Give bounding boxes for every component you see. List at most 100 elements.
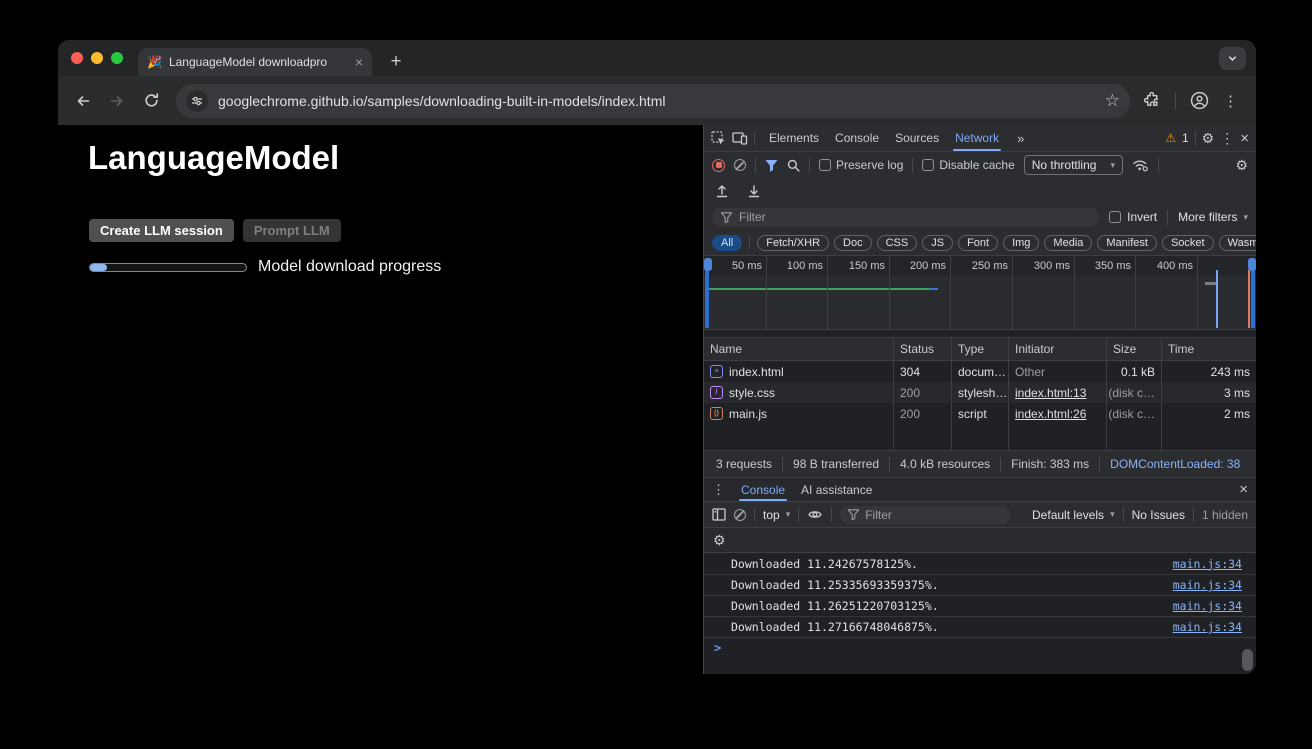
console-message[interactable]: Downloaded 11.24267578125%.main.js:34 (704, 553, 1256, 574)
tab-search-button[interactable] (1219, 47, 1246, 70)
filter-chip-manifest[interactable]: Manifest (1097, 235, 1157, 251)
devtools-close-icon[interactable]: × (1240, 130, 1249, 147)
request-name[interactable]: index.html (729, 365, 784, 379)
console-source-link[interactable]: main.js:34 (1173, 599, 1242, 613)
filter-chip-socket[interactable]: Socket (1162, 235, 1214, 251)
network-filter-input[interactable]: Filter (712, 208, 1099, 227)
filter-chip-font[interactable]: Font (958, 235, 998, 251)
console-prompt-row[interactable]: > (704, 637, 1256, 657)
console-source-link[interactable]: main.js:34 (1173, 557, 1242, 571)
column-header-size[interactable]: Size (1107, 338, 1162, 361)
hidden-messages-label[interactable]: 1 hidden (1202, 508, 1248, 522)
more-filters-dropdown[interactable]: More filters ▾ (1178, 210, 1248, 224)
request-initiator-cell[interactable]: index.html:26 (1009, 403, 1107, 424)
device-toolbar-icon[interactable] (732, 131, 748, 145)
invert-checkbox[interactable]: Invert (1109, 210, 1157, 224)
bookmark-star-icon[interactable]: ☆ (1105, 91, 1120, 111)
console-message[interactable]: Downloaded 11.27166748046875%.main.js:34 (704, 616, 1256, 637)
search-icon[interactable] (787, 159, 800, 172)
console-scrollbar-thumb[interactable] (1242, 649, 1253, 671)
console-source-link[interactable]: main.js:34 (1173, 578, 1242, 592)
live-expression-eye-icon[interactable] (807, 508, 823, 521)
clear-console-icon[interactable] (734, 509, 746, 521)
column-header-type[interactable]: Type (952, 338, 1009, 361)
console-sidebar-icon[interactable] (712, 508, 726, 521)
context-selector[interactable]: top ▾ (763, 508, 790, 522)
devtools-tab-network[interactable]: Network (947, 125, 1007, 151)
no-issues-label[interactable]: No Issues (1132, 508, 1185, 522)
console-message[interactable]: Downloaded 11.25335693359375%.main.js:34 (704, 574, 1256, 595)
request-initiator-cell[interactable]: index.html:13 (1009, 382, 1107, 403)
request-name-cell[interactable]: /style.css (704, 382, 894, 403)
log-levels-dropdown[interactable]: Default levels ▾ (1032, 508, 1115, 522)
forward-button[interactable] (104, 88, 130, 114)
filter-chip-css[interactable]: CSS (877, 235, 918, 251)
reload-button[interactable] (138, 88, 164, 114)
record-network-log-icon[interactable] (712, 159, 725, 172)
table-row[interactable]: /style.css200stylesh…index.html:13(disk … (704, 382, 1256, 403)
filter-chip-img[interactable]: Img (1003, 235, 1039, 251)
site-settings-icon[interactable] (186, 90, 208, 112)
url-text[interactable]: googlechrome.github.io/samples/downloadi… (218, 93, 1095, 109)
column-header-time[interactable]: Time (1162, 338, 1256, 361)
inspect-element-icon[interactable] (711, 131, 726, 146)
filter-chip-fetch-xhr[interactable]: Fetch/XHR (757, 235, 829, 251)
address-bar[interactable]: googlechrome.github.io/samples/downloadi… (176, 84, 1130, 118)
console-message[interactable]: Downloaded 11.26251220703125%.main.js:34 (704, 595, 1256, 616)
warning-icon[interactable]: ⚠ (1165, 131, 1176, 145)
devtools-settings-gear-icon[interactable]: ⚙ (1202, 130, 1215, 147)
request-name-cell[interactable]: ()main.js (704, 403, 894, 424)
filter-chip-doc[interactable]: Doc (834, 235, 872, 251)
filter-chip-wasm[interactable]: Wasm (1219, 235, 1256, 251)
devtools-menu-icon[interactable]: ⋮ (1220, 130, 1234, 147)
console-source-link[interactable]: main.js:34 (1173, 620, 1242, 634)
filter-chip-media[interactable]: Media (1044, 235, 1092, 251)
browser-tab[interactable]: 🎉 LanguageModel downloadpro × (138, 48, 372, 76)
network-overview-timeline[interactable]: 50 ms100 ms150 ms200 ms250 ms300 ms350 m… (704, 256, 1256, 338)
console-settings-gear-icon[interactable]: ⚙ (713, 532, 726, 549)
drawer-tab-console[interactable]: Console (733, 478, 793, 501)
drawer-tab-ai-assistance[interactable]: AI assistance (793, 478, 880, 501)
preserve-log-checkbox[interactable]: Preserve log (819, 158, 903, 172)
drawer-menu-icon[interactable]: ⋮ (712, 482, 729, 498)
export-har-icon[interactable] (747, 184, 761, 198)
timeline-right-knob[interactable] (1248, 258, 1256, 271)
clear-network-log-icon[interactable] (734, 159, 746, 171)
column-header-initiator[interactable]: Initiator (1009, 338, 1107, 361)
checkbox-icon[interactable] (922, 159, 934, 171)
close-window-button[interactable] (71, 52, 83, 64)
drawer-close-icon[interactable]: × (1239, 481, 1248, 498)
devtools-tab-elements[interactable]: Elements (761, 125, 827, 151)
filter-chip-all[interactable]: All (712, 235, 742, 251)
column-header-name[interactable]: Name (704, 338, 894, 361)
network-settings-gear-icon[interactable]: ⚙ (1235, 157, 1248, 174)
disable-cache-checkbox[interactable]: Disable cache (922, 158, 1014, 172)
back-button[interactable] (70, 88, 96, 114)
throttling-dropdown[interactable]: No throttling ▾ (1024, 155, 1123, 175)
create-llm-session-button[interactable]: Create LLM session (89, 219, 234, 242)
more-panels-icon[interactable]: » (1013, 131, 1028, 146)
maximize-window-button[interactable] (111, 52, 123, 64)
filter-chip-js[interactable]: JS (922, 235, 953, 251)
minimize-window-button[interactable] (91, 52, 103, 64)
request-name[interactable]: style.css (729, 386, 775, 400)
browser-menu-icon[interactable]: ⋮ (1223, 92, 1238, 110)
column-header-status[interactable]: Status (894, 338, 952, 361)
profile-avatar-icon[interactable] (1190, 91, 1209, 110)
checkbox-icon[interactable] (1109, 211, 1121, 223)
filter-funnel-icon[interactable] (765, 159, 778, 172)
extensions-puzzle-icon[interactable] (1144, 92, 1161, 109)
checkbox-icon[interactable] (819, 159, 831, 171)
request-name[interactable]: main.js (729, 407, 767, 421)
console-filter-input[interactable]: Filter (840, 506, 1010, 524)
tab-close-icon[interactable]: × (355, 55, 363, 69)
request-name-cell[interactable]: ≡index.html (704, 361, 894, 382)
import-har-icon[interactable] (715, 184, 729, 198)
devtools-tab-console[interactable]: Console (827, 125, 887, 151)
warning-count[interactable]: 1 (1182, 131, 1189, 145)
network-conditions-icon[interactable] (1132, 158, 1149, 172)
devtools-tab-sources[interactable]: Sources (887, 125, 947, 151)
table-row[interactable]: ()main.js200scriptindex.html:26(disk c…2… (704, 403, 1256, 424)
new-tab-button[interactable]: + (382, 48, 410, 76)
table-row[interactable]: ≡index.html304docum…Other0.1 kB243 ms (704, 361, 1256, 382)
